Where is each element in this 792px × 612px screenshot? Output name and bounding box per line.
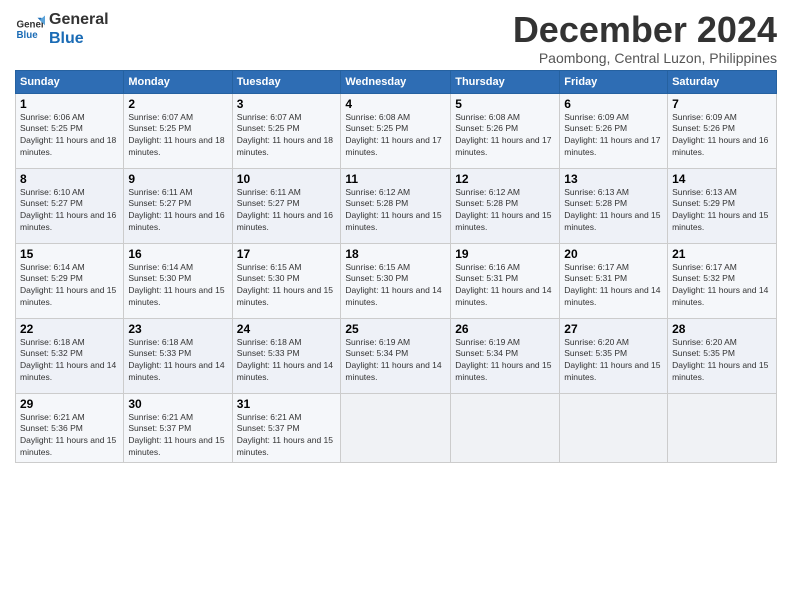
table-row: 12Sunrise: 6:12 AMSunset: 5:28 PMDayligh… bbox=[451, 168, 560, 243]
table-row: 2Sunrise: 6:07 AMSunset: 5:25 PMDaylight… bbox=[124, 93, 232, 168]
logo: General Blue General Blue bbox=[15, 10, 109, 48]
table-row: 24Sunrise: 6:18 AMSunset: 5:33 PMDayligh… bbox=[232, 318, 341, 393]
col-friday: Friday bbox=[560, 70, 668, 93]
col-thursday: Thursday bbox=[451, 70, 560, 93]
table-row: 28Sunrise: 6:20 AMSunset: 5:35 PMDayligh… bbox=[668, 318, 777, 393]
logo-text: General Blue bbox=[49, 10, 109, 48]
table-row: 30Sunrise: 6:21 AMSunset: 5:37 PMDayligh… bbox=[124, 393, 232, 463]
table-row: 22Sunrise: 6:18 AMSunset: 5:32 PMDayligh… bbox=[16, 318, 124, 393]
title-block: December 2024 Paombong, Central Luzon, P… bbox=[513, 10, 777, 66]
table-row: 1Sunrise: 6:06 AMSunset: 5:25 PMDaylight… bbox=[16, 93, 124, 168]
header: General Blue General Blue December 2024 … bbox=[15, 10, 777, 66]
calendar-week-row: 15Sunrise: 6:14 AMSunset: 5:29 PMDayligh… bbox=[16, 243, 777, 318]
svg-text:Blue: Blue bbox=[17, 30, 39, 41]
calendar-header: Sunday Monday Tuesday Wednesday Thursday… bbox=[16, 70, 777, 93]
calendar-body: 1Sunrise: 6:06 AMSunset: 5:25 PMDaylight… bbox=[16, 93, 777, 463]
table-row bbox=[451, 393, 560, 463]
table-row: 26Sunrise: 6:19 AMSunset: 5:34 PMDayligh… bbox=[451, 318, 560, 393]
calendar-table: Sunday Monday Tuesday Wednesday Thursday… bbox=[15, 70, 777, 464]
table-row: 5Sunrise: 6:08 AMSunset: 5:26 PMDaylight… bbox=[451, 93, 560, 168]
table-row: 20Sunrise: 6:17 AMSunset: 5:31 PMDayligh… bbox=[560, 243, 668, 318]
table-row: 23Sunrise: 6:18 AMSunset: 5:33 PMDayligh… bbox=[124, 318, 232, 393]
col-tuesday: Tuesday bbox=[232, 70, 341, 93]
table-row: 21Sunrise: 6:17 AMSunset: 5:32 PMDayligh… bbox=[668, 243, 777, 318]
table-row: 13Sunrise: 6:13 AMSunset: 5:28 PMDayligh… bbox=[560, 168, 668, 243]
table-row: 8Sunrise: 6:10 AMSunset: 5:27 PMDaylight… bbox=[16, 168, 124, 243]
subtitle: Paombong, Central Luzon, Philippines bbox=[513, 50, 777, 66]
table-row: 18Sunrise: 6:15 AMSunset: 5:30 PMDayligh… bbox=[341, 243, 451, 318]
table-row: 7Sunrise: 6:09 AMSunset: 5:26 PMDaylight… bbox=[668, 93, 777, 168]
table-row bbox=[668, 393, 777, 463]
table-row: 3Sunrise: 6:07 AMSunset: 5:25 PMDaylight… bbox=[232, 93, 341, 168]
col-sunday: Sunday bbox=[16, 70, 124, 93]
page-container: General Blue General Blue December 2024 … bbox=[0, 0, 792, 468]
table-row: 19Sunrise: 6:16 AMSunset: 5:31 PMDayligh… bbox=[451, 243, 560, 318]
header-row: Sunday Monday Tuesday Wednesday Thursday… bbox=[16, 70, 777, 93]
logo-icon: General Blue bbox=[15, 14, 45, 44]
col-wednesday: Wednesday bbox=[341, 70, 451, 93]
month-title: December 2024 bbox=[513, 10, 777, 50]
table-row: 6Sunrise: 6:09 AMSunset: 5:26 PMDaylight… bbox=[560, 93, 668, 168]
table-row: 11Sunrise: 6:12 AMSunset: 5:28 PMDayligh… bbox=[341, 168, 451, 243]
table-row: 15Sunrise: 6:14 AMSunset: 5:29 PMDayligh… bbox=[16, 243, 124, 318]
table-row bbox=[560, 393, 668, 463]
table-row: 31Sunrise: 6:21 AMSunset: 5:37 PMDayligh… bbox=[232, 393, 341, 463]
calendar-week-row: 1Sunrise: 6:06 AMSunset: 5:25 PMDaylight… bbox=[16, 93, 777, 168]
table-row: 27Sunrise: 6:20 AMSunset: 5:35 PMDayligh… bbox=[560, 318, 668, 393]
calendar-week-row: 22Sunrise: 6:18 AMSunset: 5:32 PMDayligh… bbox=[16, 318, 777, 393]
col-monday: Monday bbox=[124, 70, 232, 93]
calendar-week-row: 8Sunrise: 6:10 AMSunset: 5:27 PMDaylight… bbox=[16, 168, 777, 243]
calendar-week-row: 29Sunrise: 6:21 AMSunset: 5:36 PMDayligh… bbox=[16, 393, 777, 463]
col-saturday: Saturday bbox=[668, 70, 777, 93]
table-row: 14Sunrise: 6:13 AMSunset: 5:29 PMDayligh… bbox=[668, 168, 777, 243]
table-row: 17Sunrise: 6:15 AMSunset: 5:30 PMDayligh… bbox=[232, 243, 341, 318]
table-row: 10Sunrise: 6:11 AMSunset: 5:27 PMDayligh… bbox=[232, 168, 341, 243]
table-row: 16Sunrise: 6:14 AMSunset: 5:30 PMDayligh… bbox=[124, 243, 232, 318]
table-row: 4Sunrise: 6:08 AMSunset: 5:25 PMDaylight… bbox=[341, 93, 451, 168]
table-row bbox=[341, 393, 451, 463]
svg-text:General: General bbox=[17, 20, 46, 31]
table-row: 9Sunrise: 6:11 AMSunset: 5:27 PMDaylight… bbox=[124, 168, 232, 243]
table-row: 25Sunrise: 6:19 AMSunset: 5:34 PMDayligh… bbox=[341, 318, 451, 393]
table-row: 29Sunrise: 6:21 AMSunset: 5:36 PMDayligh… bbox=[16, 393, 124, 463]
